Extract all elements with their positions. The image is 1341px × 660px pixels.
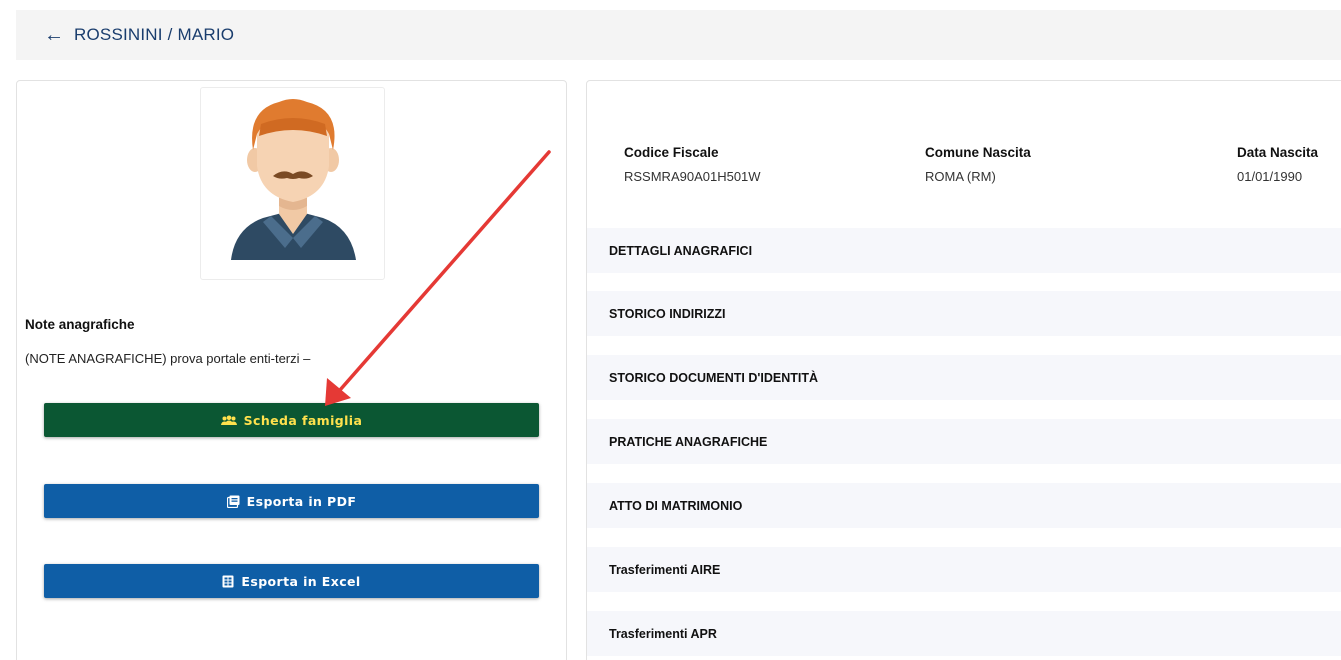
codice-fiscale-field: Codice Fiscale RSSMRA90A01H501W: [624, 145, 761, 184]
comune-nascita-field: Comune Nascita ROMA (RM): [925, 145, 1031, 184]
section-storico-documenti[interactable]: STORICO DOCUMENTI D'IDENTITÀ: [587, 355, 1341, 400]
excel-file-icon: [222, 575, 234, 588]
male-avatar-icon: [231, 99, 356, 260]
export-excel-button[interactable]: Esporta in Excel: [44, 564, 539, 598]
data-nascita-label: Data Nascita: [1237, 145, 1319, 160]
notes-title: Note anagrafiche: [25, 317, 135, 332]
codice-fiscale-label: Codice Fiscale: [624, 145, 719, 160]
section-atto-matrimonio[interactable]: ATTO DI MATRIMONIO: [587, 483, 1341, 528]
data-nascita-value: 01/01/1990: [1237, 169, 1303, 184]
section-storico-indirizzi[interactable]: STORICO INDIRIZZI: [587, 291, 1341, 336]
details-panel: Codice Fiscale RSSMRA90A01H501W Comune N…: [586, 80, 1341, 660]
family-sheet-button[interactable]: Scheda famiglia: [44, 403, 539, 437]
avatar: [200, 87, 385, 280]
section-trasferimenti-apr[interactable]: Trasferimenti APR: [587, 611, 1341, 656]
comune-nascita-value: ROMA (RM): [925, 169, 996, 184]
profile-panel: Note anagrafiche (NOTE ANAGRAFICHE) prov…: [16, 80, 567, 660]
arrow-left-icon[interactable]: ←: [44, 25, 64, 45]
data-nascita-field: Data Nascita 01/01/1990: [1237, 145, 1318, 184]
section-dettagli-anagrafici[interactable]: DETTAGLI ANAGRAFICI: [587, 228, 1341, 273]
export-pdf-button[interactable]: Esporta in PDF: [44, 484, 539, 518]
export-pdf-button-label: Esporta in PDF: [246, 493, 357, 509]
export-excel-button-label: Esporta in Excel: [241, 573, 361, 589]
people-group-icon: [220, 415, 237, 426]
section-pratiche-anagrafiche[interactable]: PRATICHE ANAGRAFICHE: [587, 419, 1341, 464]
notes-text: (NOTE ANAGRAFICHE) prova portale enti-te…: [25, 351, 311, 366]
pdf-file-icon: [226, 495, 240, 508]
page-title: ROSSININI / MARIO: [74, 25, 235, 44]
section-trasferimenti-aire[interactable]: Trasferimenti AIRE: [587, 547, 1341, 592]
family-sheet-button-label: Scheda famiglia: [243, 412, 363, 428]
comune-nascita-label: Comune Nascita: [925, 145, 1031, 160]
codice-fiscale-value: RSSMRA90A01H501W: [624, 169, 761, 184]
page-header: ← ROSSININI / MARIO: [16, 10, 1341, 60]
